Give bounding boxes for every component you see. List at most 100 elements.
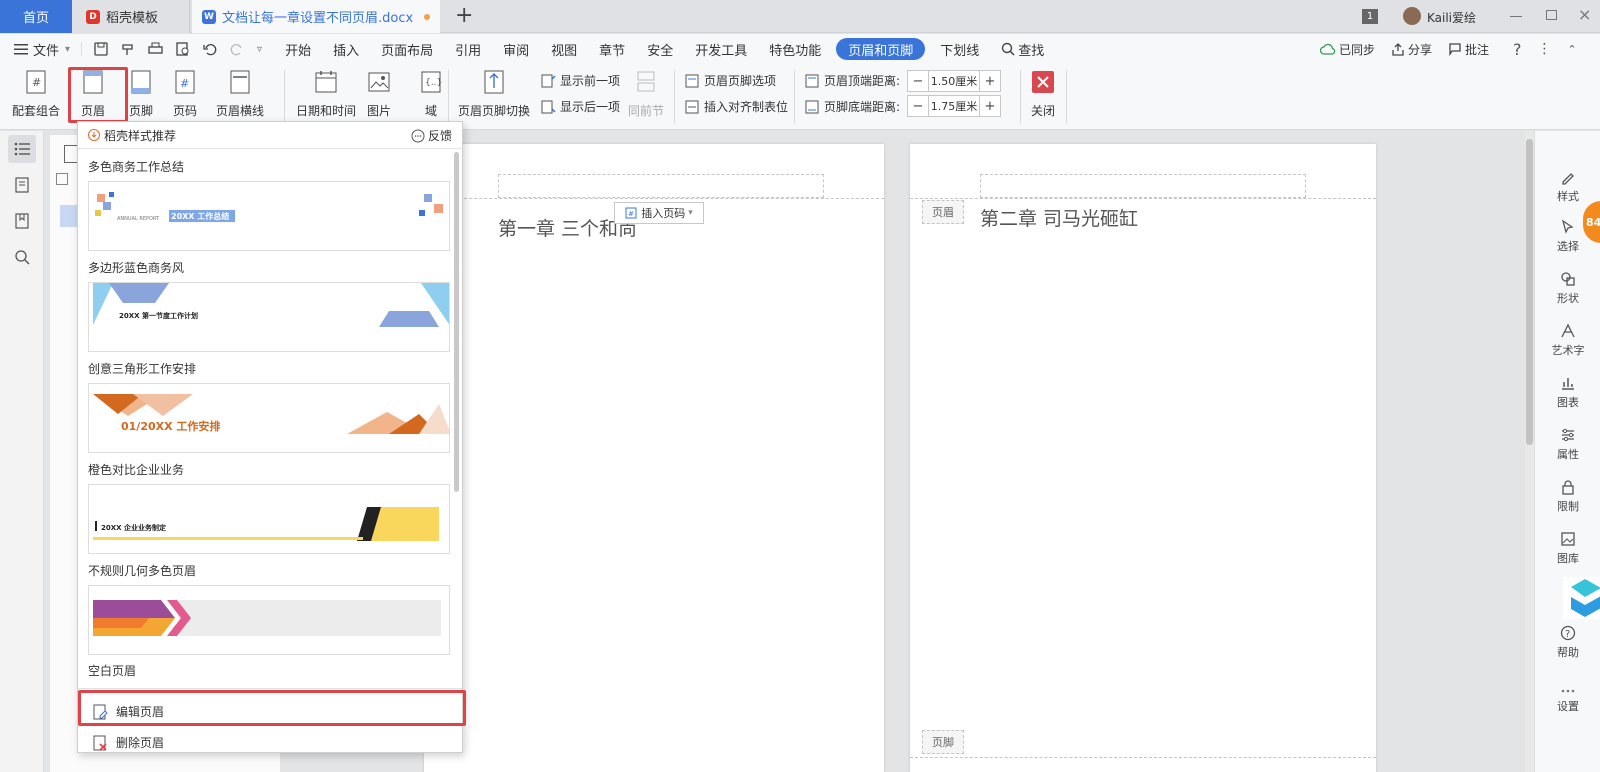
increase-button[interactable]: + [980,96,1000,116]
show-next-button[interactable]: 显示后一项 [540,98,620,115]
template-card-polygon-blue[interactable]: 20XX 第一节度工作计划 [88,282,450,352]
header-line-button[interactable]: 页眉横线 [216,68,264,119]
comment-button[interactable]: 批注 [1448,41,1489,58]
minimize-icon[interactable] [1510,16,1522,17]
dropdown-scrollbar[interactable] [454,152,459,492]
menu-item-special[interactable]: 特色功能 [758,34,832,64]
vertical-scrollbar[interactable] [1525,131,1534,772]
footer-button[interactable]: 页脚 [128,68,154,119]
show-previous-label: 显示前一项 [560,74,621,88]
combo-button[interactable]: # 配套组合 [12,68,60,119]
menu-item-reference[interactable]: 引用 [444,34,492,64]
tab-header-footer[interactable]: 页眉和页脚 [836,38,926,60]
sync-button[interactable]: 已同步 [1320,41,1375,58]
new-tab-button[interactable]: + [455,3,473,28]
menu-item-chapter[interactable]: 章节 [588,34,636,64]
collapse-ribbon-icon[interactable]: ⌃ [1568,43,1577,56]
show-previous-button[interactable]: 显示前一项 [540,72,620,89]
tab-home[interactable]: 首页 [0,0,72,33]
template-name: 橙色对比企业业务 [88,463,185,477]
chapter-nav-icon[interactable] [8,171,36,199]
menu-item-review[interactable]: 审阅 [492,34,540,64]
hf-options-button[interactable]: 页眉页脚选项 [684,72,776,89]
menu-item-view[interactable]: 视图 [540,34,588,64]
template-card-triangle-schedule[interactable]: 01/20XX 工作安排 [88,383,450,453]
hf-options-label: 页眉页脚选项 [704,74,777,88]
menu-item-start[interactable]: 开始 [274,34,322,64]
tab-document[interactable]: W 文档让每一章设置不同页眉.docx [192,0,440,33]
save-icon[interactable] [94,42,108,56]
insert-page-number-button[interactable]: # 插入页码 ▾ [614,202,704,224]
footer-bottom-distance-value[interactable]: 1.75厘米 [928,96,980,116]
print-icon[interactable] [148,42,163,56]
outline-icon[interactable] [8,135,36,163]
footer-bottom-distance-stepper[interactable]: − 1.75厘米 + [907,95,1001,117]
close-label: 关闭 [1030,104,1055,118]
date-time-button[interactable]: 日期和时间 [296,68,356,119]
page-1[interactable]: 第一章 三个和尚 # 插入页码 ▾ [424,144,884,772]
template-card-irregular-geometry[interactable] [88,585,450,655]
file-menu[interactable]: 文件 ▾ [0,34,81,64]
page-2[interactable]: 页眉 第二章 司马光砸缸 页脚 [910,144,1376,772]
insert-align-tab-button[interactable]: 插入对齐制表位 [684,98,788,115]
restrict-panel-button[interactable]: 限制 [1535,479,1600,514]
page-number-button[interactable]: # 页码 [172,68,198,119]
menu-item-layout[interactable]: 页面布局 [370,34,444,64]
tab-template[interactable]: D 稻壳模板 [72,0,190,33]
picture-button[interactable]: 图片 [366,68,392,119]
decrease-button[interactable]: − [908,96,928,116]
decrease-button[interactable]: − [908,71,928,91]
share-button[interactable]: 分享 [1391,41,1432,58]
template-name: 多边形蓝色商务风 [88,261,185,275]
property-panel-button[interactable]: 属性 [1535,427,1600,462]
bookmark-icon[interactable] [8,207,36,235]
undo-icon[interactable] [203,42,217,56]
print-preview-icon[interactable] [176,42,190,56]
more-icon[interactable]: ⋮ [1538,41,1552,57]
share-label: 分享 [1408,42,1433,57]
footer-icon [131,70,151,94]
increase-button[interactable]: + [980,71,1000,91]
help-panel-button[interactable]: ? 帮助 [1535,625,1600,660]
chart-panel-button[interactable]: 图表 [1535,375,1600,410]
template-card-orange-contrast[interactable]: 20XX 企业业务制定 [88,484,450,554]
close-header-footer-button[interactable]: 关闭 [1030,68,1056,119]
customize-qat-icon[interactable]: ▿ [257,44,262,55]
maximize-icon[interactable] [1546,10,1557,20]
header-top-distance-stepper[interactable]: − 1.50厘米 + [907,70,1001,92]
menu-item-security[interactable]: 安全 [636,34,684,64]
settings-panel-button[interactable]: 设置 [1535,687,1600,714]
field-button[interactable]: {..} 域 [418,68,444,119]
close-window-icon[interactable]: × [1578,5,1591,24]
collapse-toggle-icon[interactable] [56,173,68,185]
shape-panel-button[interactable]: 形状 [1535,271,1600,306]
same-as-previous-button[interactable]: 同前节 [628,68,664,119]
menu-item-underline[interactable]: 下划线 [929,34,990,64]
menu-row: 文件 ▾ ▿ 开始 插入 页面布局 引用 审阅 视图 章节 安全 开发工具 特色… [0,34,1600,64]
user-name[interactable]: Kaili爱绘 [1427,9,1476,26]
help-button[interactable]: ? [1513,40,1522,59]
find-icon[interactable] [8,243,36,271]
header-area[interactable] [498,174,824,198]
style-panel-button[interactable]: 样式 [1535,169,1600,204]
sidebar-label: 样式 [1557,190,1579,203]
window-count-badge[interactable]: 1 [1362,9,1378,24]
shape-icon [1561,272,1575,286]
menu-item-insert[interactable]: 插入 [322,34,370,64]
menu-item-devtools[interactable]: 开发工具 [684,34,758,64]
scrollbar-thumb[interactable] [1526,139,1533,445]
redo-icon[interactable] [230,42,244,56]
chapter-title[interactable]: 第二章 司马光砸缸 [980,204,1138,231]
avatar[interactable] [1403,7,1421,25]
template-card-multicolor-summary[interactable]: ANNUAL REPORT 20XX 工作总结 [88,181,450,251]
delete-header-button[interactable]: 删除页眉 [92,734,164,751]
header-top-distance-value[interactable]: 1.50厘米 [928,71,980,91]
format-painter-icon[interactable] [121,42,135,56]
wordart-panel-button[interactable]: 艺术字 [1535,323,1600,358]
header-area[interactable] [980,174,1306,198]
search-button[interactable]: 查找 [990,34,1055,64]
header-footer-switch-button[interactable]: 页眉页脚切换 [458,68,530,119]
gallery-panel-button[interactable]: 图库 [1535,531,1600,566]
feedback-button[interactable]: 反馈 [411,127,452,144]
floating-widget-icon[interactable] [1541,573,1600,623]
